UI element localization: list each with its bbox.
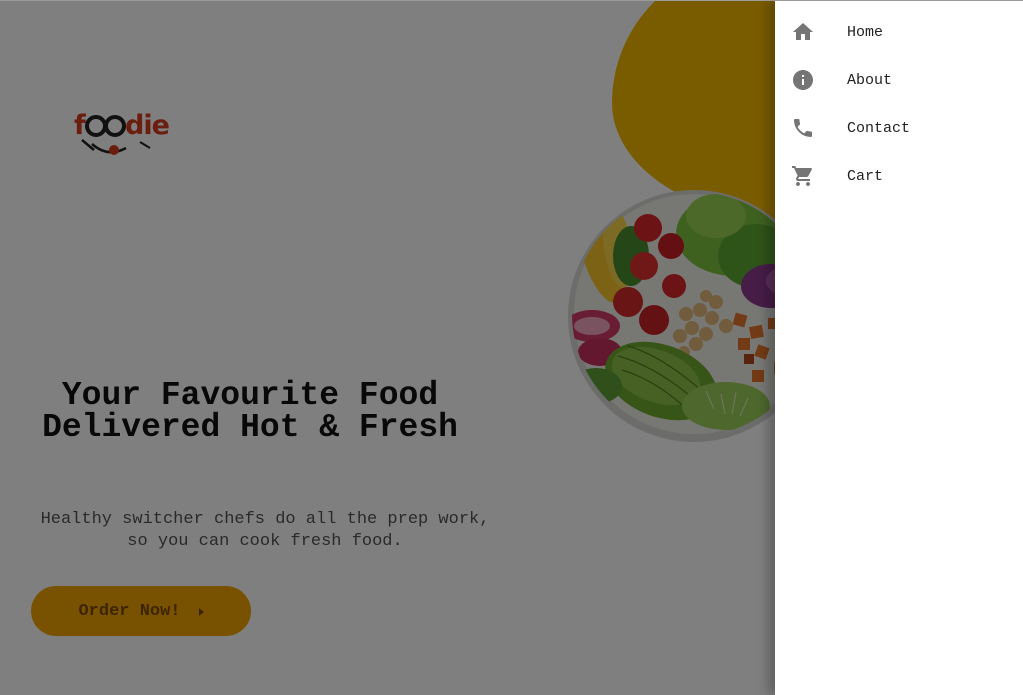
- nav-item-about[interactable]: About: [775, 56, 1023, 104]
- nav-item-home[interactable]: Home: [775, 8, 1023, 56]
- nav-item-cart[interactable]: Cart: [775, 152, 1023, 200]
- home-icon: [791, 20, 815, 44]
- top-border: [0, 0, 1023, 1]
- navigation-drawer: Home About Contact Cart: [775, 0, 1023, 695]
- nav-label-about: About: [847, 71, 893, 89]
- phone-icon: [791, 116, 815, 140]
- info-icon: [791, 68, 815, 92]
- nav-label-contact: Contact: [847, 119, 911, 137]
- app-root: f die Your Favourite Food Delivered Hot …: [0, 0, 1023, 695]
- nav-item-contact[interactable]: Contact: [775, 104, 1023, 152]
- nav-label-cart: Cart: [847, 167, 884, 185]
- nav-label-home: Home: [847, 23, 884, 41]
- cart-icon: [791, 164, 815, 188]
